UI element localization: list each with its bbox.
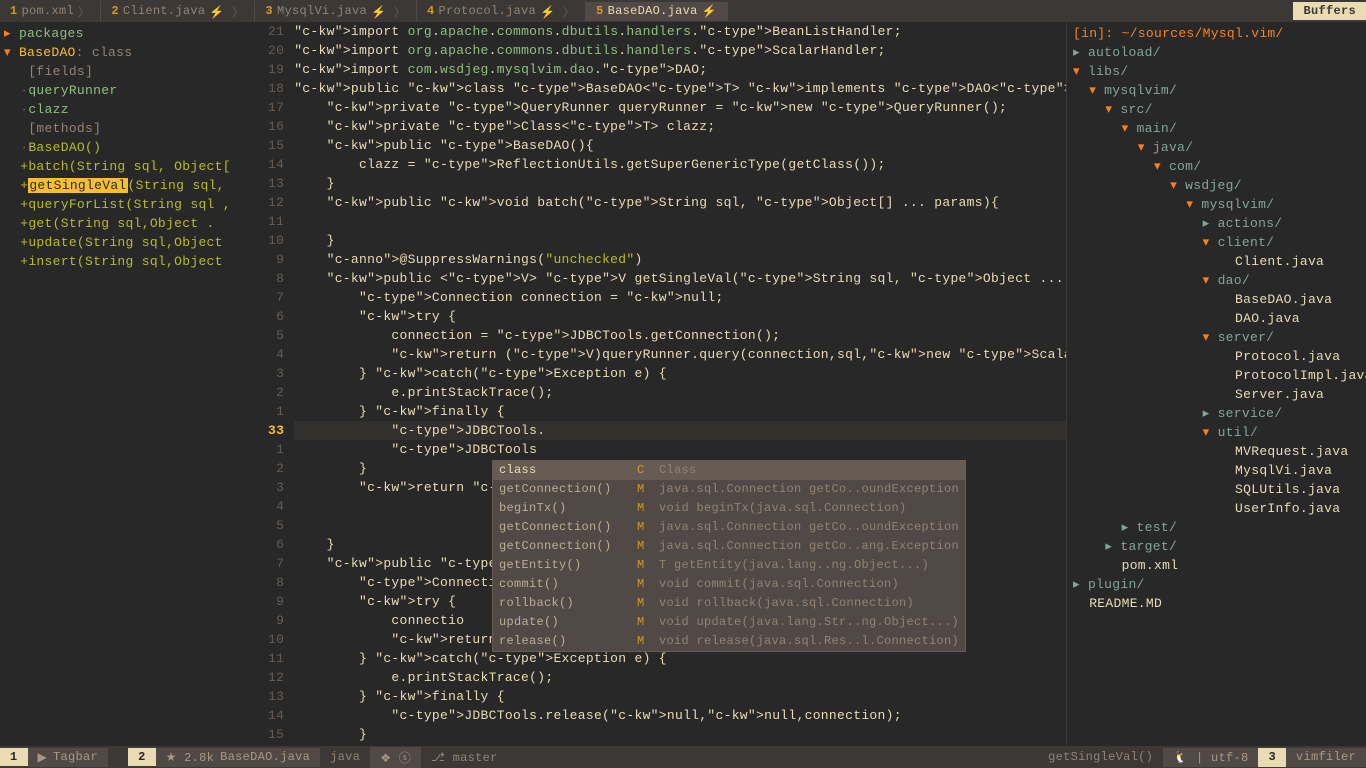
status-left-num: 1 [0,748,28,766]
tree-dir[interactable]: ▾ java/ [1073,138,1360,157]
tree-dir[interactable]: ▾ mysqlvim/ [1073,195,1360,214]
tree-dir[interactable]: ▸ plugin/ [1073,575,1360,594]
status-line: 1 ▶ Tagbar 2 ★ 2.8k BaseDAO.java java ❖ … [0,746,1366,768]
file-tree-panel: [in]: ~/sources/Mysql.vim/ ▸ autoload/▾ … [1066,22,1366,746]
tree-dir[interactable]: ▾ wsdjeg/ [1073,176,1360,195]
tab-bar: 1 pom.xml 〉 2 Client.java ⚡ 〉 3 MysqlVi.… [0,0,1366,22]
tree-dir[interactable]: ▾ main/ [1073,119,1360,138]
status-func: getSingleVal() [1038,748,1163,767]
tagbar-field[interactable]: queryRunner [28,83,117,98]
tagbar-method[interactable]: insert(String sql,Object [28,254,222,269]
line-gutter: 2120191817161514131211109876543213312345… [268,22,294,744]
tree-file[interactable]: UserInfo.java [1073,499,1360,518]
tree-file[interactable]: MVRequest.java [1073,442,1360,461]
tab-mysqlvi[interactable]: 3 MysqlVi.java ⚡ 〉 [255,1,417,22]
tree-dir[interactable]: ▾ com/ [1073,157,1360,176]
completion-item[interactable]: beginTx()Mvoid beginTx(java.sql.Connecti… [493,499,965,518]
tree-dir[interactable]: ▸ test/ [1073,518,1360,537]
completion-item[interactable]: release()Mvoid release(java.sql.Res..l.C… [493,632,965,651]
status-center-num: 2 [128,748,156,766]
tree-file[interactable]: Client.java [1073,252,1360,271]
completion-popup[interactable]: classCClassgetConnection()Mjava.sql.Conn… [492,460,966,652]
tree-dir[interactable]: ▾ dao/ [1073,271,1360,290]
tree-file[interactable]: Protocol.java [1073,347,1360,366]
completion-item[interactable]: getConnection()Mjava.sql.Connection getC… [493,537,965,556]
completion-item[interactable]: update()Mvoid update(java.lang.Str..ng.O… [493,613,965,632]
status-filetype: java [320,748,370,766]
completion-item[interactable]: getEntity()M T getEntity(java.lang..ng.O… [493,556,965,575]
tree-dir[interactable]: ▸ actions/ [1073,214,1360,233]
tree-file[interactable]: DAO.java [1073,309,1360,328]
completion-item[interactable]: commit()Mvoid commit(java.sql.Connection… [493,575,965,594]
status-right-num: 3 [1258,748,1286,767]
tree-dir[interactable]: ▸ autoload/ [1073,43,1360,62]
completion-item[interactable]: getConnection()Mjava.sql.Connection getC… [493,480,965,499]
tree-file[interactable]: MysqlVi.java [1073,461,1360,480]
completion-item[interactable]: classCClass [493,461,965,480]
tagbar-method[interactable]: update(String sql,Object [28,235,222,250]
tagbar-method[interactable]: BaseDAO() [28,140,101,155]
tab-protocol[interactable]: 4 Protocol.java ⚡ 〉 [417,1,586,22]
tree-dir[interactable]: ▸ target/ [1073,537,1360,556]
tab-pom[interactable]: 1 pom.xml 〉 [0,1,101,22]
tree-dir[interactable]: ▾ client/ [1073,233,1360,252]
completion-item[interactable]: getConnection()Mjava.sql.Connection getC… [493,518,965,537]
tree-dir[interactable]: ▾ util/ [1073,423,1360,442]
tree-file[interactable]: Server.java [1073,385,1360,404]
tab-client[interactable]: 2 Client.java ⚡ 〉 [101,1,255,22]
tree-file[interactable]: pom.xml [1073,556,1360,575]
tree-file[interactable]: SQLUtils.java [1073,480,1360,499]
status-branch: ⎇ master [421,748,508,767]
tagbar-packages[interactable]: packages [19,26,84,41]
status-vimfiler-label: vimfiler [1286,748,1366,767]
tagbar-method[interactable]: queryForList(String sql , [28,197,231,212]
tree-file[interactable]: BaseDAO.java [1073,290,1360,309]
tree-dir[interactable]: ▾ libs/ [1073,62,1360,81]
tree-file[interactable]: ProtocolImpl.java [1073,366,1360,385]
tree-file[interactable]: README.MD [1073,594,1360,613]
tagbar-methods-label: [methods] [28,121,101,136]
tree-dir[interactable]: ▾ server/ [1073,328,1360,347]
tagbar-method[interactable]: batch(String sql, Object[ [28,159,231,174]
status-encoding: 🐧 | utf-8 [1163,748,1258,767]
filetree-header: [in]: ~/sources/Mysql.vim/ [1073,24,1360,43]
tab-basedao[interactable]: 5 BaseDAO.java ⚡ [586,2,728,21]
buffers-button[interactable]: Buffers [1293,2,1366,20]
status-filesize: ★ 2.8k BaseDAO.java [156,748,321,767]
tree-dir[interactable]: ▾ src/ [1073,100,1360,119]
status-vcs: ❖ ⓢ [370,747,421,768]
status-tagbar-label: ▶ Tagbar [28,748,109,767]
completion-item[interactable]: rollback()Mvoid rollback(java.sql.Connec… [493,594,965,613]
tagbar-method-current[interactable]: getSingleVal [28,178,127,193]
tagbar-fields-label: [fields] [28,64,93,79]
tagbar-field[interactable]: clazz [28,102,69,117]
tagbar-method[interactable]: get(String sql,Object . [28,216,214,231]
tree-dir[interactable]: ▸ service/ [1073,404,1360,423]
code-editor[interactable]: 2120191817161514131211109876543213312345… [268,22,1066,746]
tagbar-class[interactable]: BaseDAO [19,45,76,60]
tree-dir[interactable]: ▾ mysqlvim/ [1073,81,1360,100]
tagbar-panel: ▸ packages ▾ BaseDAO: class [fields] ·qu… [0,22,268,746]
